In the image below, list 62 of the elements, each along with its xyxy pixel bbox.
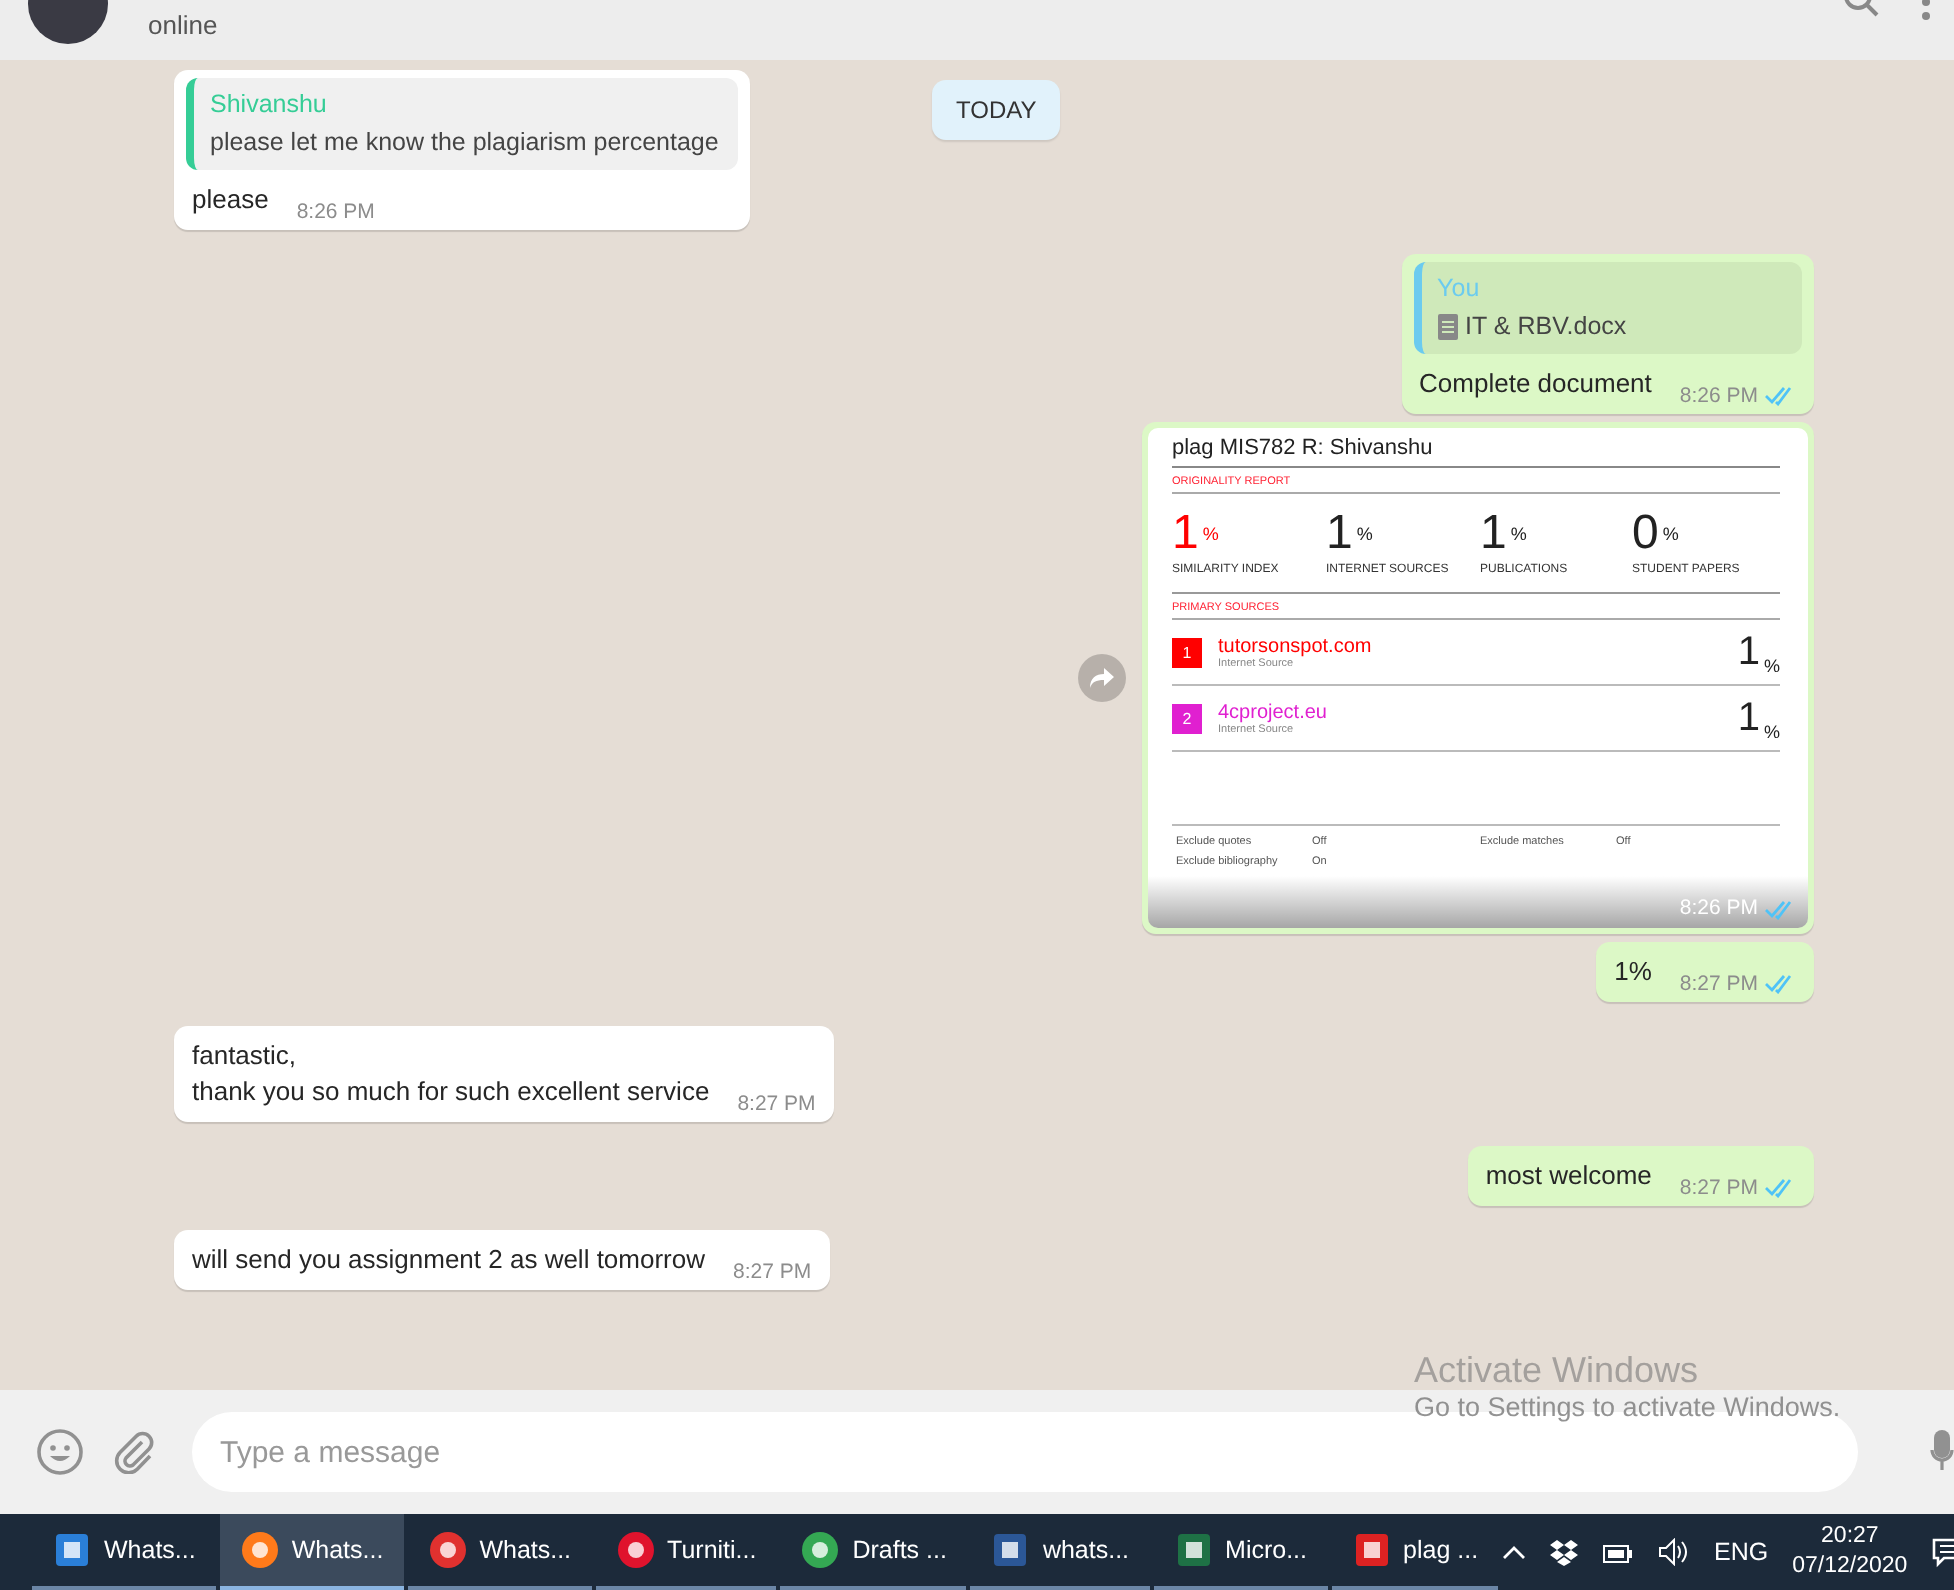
taskbar-app[interactable]: Micro...	[1153, 1514, 1328, 1590]
message-text: Complete document	[1419, 366, 1652, 402]
app-icon	[427, 1530, 468, 1570]
quote-text: please let me know the plagiarism percentage	[210, 128, 719, 156]
clock[interactable]: 20:27 07/12/2020	[1792, 1522, 1908, 1582]
stat-value: 1%	[1172, 510, 1221, 558]
document-icon	[1437, 313, 1458, 339]
file-name: IT & RBV.docx	[1465, 312, 1627, 340]
stat-value: 1%	[1326, 510, 1375, 558]
image-message[interactable]	[1142, 422, 1814, 934]
source-number: 2	[1172, 704, 1202, 734]
taskbar-app[interactable]: whats...	[970, 1514, 1150, 1590]
taskbar-app[interactable]: Turniti...	[595, 1514, 777, 1590]
battery-icon[interactable]	[1602, 1540, 1635, 1564]
message-text: fantastic, thank you so much for such excellent service	[192, 1038, 710, 1110]
app-icon	[990, 1530, 1031, 1570]
quote-author: You	[1437, 274, 1482, 302]
source-percentage: 1%	[1737, 696, 1780, 742]
app-icon	[52, 1530, 92, 1570]
source-name: tutorsonspot.com	[1218, 636, 1372, 658]
quoted-message[interactable]: You IT & RBV.docx	[1413, 262, 1802, 354]
taskbar-app[interactable]: Drafts ...	[780, 1514, 967, 1590]
message-time: 8:27 PM	[737, 1092, 816, 1116]
box-icon[interactable]	[1550, 1539, 1579, 1565]
app-icon	[1173, 1530, 1214, 1570]
source-name: 4cproject.eu	[1218, 702, 1327, 724]
app-icon	[800, 1530, 841, 1570]
taskbar-app[interactable]: Whats...	[32, 1514, 216, 1590]
message-text: 1%	[1614, 954, 1652, 990]
message-time: 8:27 PM	[733, 1260, 812, 1284]
message-time: 8:27 PM	[1679, 1176, 1758, 1200]
source-number: 1	[1172, 638, 1202, 668]
report-title: plag MIS782 R: Shivanshu	[1172, 436, 1780, 468]
stat-value: 0%	[1632, 510, 1681, 558]
language-indicator[interactable]: ENG	[1714, 1538, 1769, 1566]
paperclip-icon[interactable]	[112, 1430, 156, 1474]
activation-title: Activate Windows	[1414, 1350, 1701, 1392]
app-icon	[1351, 1530, 1392, 1570]
forward-icon[interactable]	[1078, 654, 1126, 702]
message-time: 8:27 PM	[1679, 972, 1758, 996]
emoji-icon[interactable]	[36, 1428, 84, 1476]
microphone-icon[interactable]	[1930, 1430, 1954, 1474]
message-time: 8:26 PM	[1679, 896, 1758, 920]
app-icon	[239, 1530, 280, 1570]
message-time: 8:26 PM	[296, 200, 375, 224]
quoted-message[interactable]: Shivanshu please let me know the plagiarism percentage	[186, 78, 739, 170]
message-text: most welcome	[1485, 1158, 1652, 1194]
date-chip: TODAY	[932, 80, 1061, 140]
message-text: please	[192, 182, 269, 218]
message-text: will send you assignment 2 as well tomorrow	[192, 1242, 705, 1278]
quote-author: Shivanshu	[210, 90, 329, 118]
taskbar-app[interactable]: Whats...	[219, 1514, 404, 1590]
source-percentage: 1%	[1737, 630, 1780, 676]
chevron-up-icon[interactable]	[1502, 1544, 1527, 1560]
app-icon	[615, 1530, 656, 1570]
contact-status: online	[148, 10, 220, 40]
stat-value: 1%	[1480, 510, 1529, 558]
taskbar-app[interactable]: Whats...	[407, 1514, 592, 1590]
speaker-icon[interactable]	[1658, 1538, 1691, 1566]
taskbar-app[interactable]: plag ...	[1331, 1514, 1499, 1590]
notification-icon[interactable]	[1931, 1536, 1954, 1568]
message-time: 8:26 PM	[1679, 384, 1758, 408]
